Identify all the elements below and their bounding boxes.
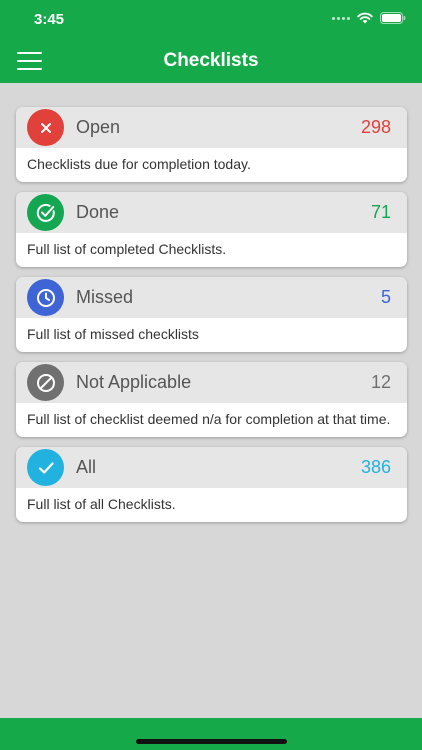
checklist-card-done[interactable]: Done 71 Full list of completed Checklist… bbox=[16, 192, 407, 267]
app-header: 3:45 Checklists bbox=[0, 0, 422, 83]
clock-icon bbox=[27, 279, 64, 316]
card-header: Open 298 bbox=[16, 107, 407, 148]
home-indicator[interactable] bbox=[136, 739, 287, 744]
card-count: 298 bbox=[360, 117, 391, 137]
card-title: Not Applicable bbox=[76, 372, 192, 392]
card-description: Checklists due for completion today. bbox=[27, 156, 251, 172]
card-description: Full list of completed Checklists. bbox=[27, 241, 227, 257]
x-icon bbox=[27, 109, 64, 146]
card-description: Full list of missed checklists bbox=[27, 326, 199, 342]
checklist-card-open[interactable]: Open 298 Checklists due for completion t… bbox=[16, 107, 407, 182]
no-entry-icon bbox=[27, 364, 64, 401]
card-count: 71 bbox=[370, 202, 391, 222]
checklist-card-missed[interactable]: Missed 5 Full list of missed checklists bbox=[16, 277, 407, 352]
checklist-categories: Open 298 Checklists due for completion t… bbox=[16, 107, 407, 532]
battery-icon bbox=[380, 12, 406, 24]
card-title: All bbox=[76, 457, 97, 477]
wifi-icon bbox=[357, 12, 373, 24]
card-count: 12 bbox=[370, 372, 391, 392]
status-icons bbox=[332, 12, 406, 24]
signal-dots bbox=[332, 16, 350, 20]
card-count: 386 bbox=[360, 457, 391, 477]
card-title: Open bbox=[76, 117, 121, 137]
checkmark-icon bbox=[27, 449, 64, 486]
status-time: 3:45 bbox=[34, 11, 65, 28]
checklist-card-all[interactable]: All 386 Full list of all Checklists. bbox=[16, 447, 407, 522]
page-title: Checklists bbox=[163, 50, 259, 71]
card-title: Missed bbox=[76, 287, 134, 307]
check-circle-icon bbox=[27, 194, 64, 231]
card-description: Full list of checklist deemed n/a for co… bbox=[27, 411, 391, 427]
card-header: All 386 bbox=[16, 447, 407, 488]
card-header: Missed 5 bbox=[16, 277, 407, 318]
card-header: Done 71 bbox=[16, 192, 407, 233]
card-description: Full list of all Checklists. bbox=[27, 496, 176, 512]
checklist-card-not-applicable[interactable]: Not Applicable 12 Full list of checklist… bbox=[16, 362, 407, 437]
card-header: Not Applicable 12 bbox=[16, 362, 407, 403]
footer-bar bbox=[0, 718, 422, 750]
card-title: Done bbox=[76, 202, 120, 222]
card-count: 5 bbox=[380, 287, 391, 307]
